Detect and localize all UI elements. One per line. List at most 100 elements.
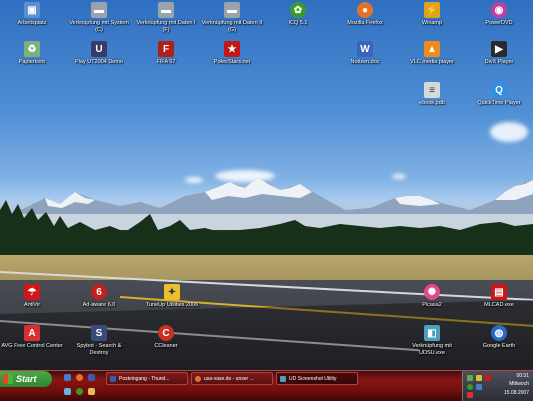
icon-label: Verknüpfung mit Daten I (F) xyxy=(136,20,196,33)
icon-label: ebook.pdb xyxy=(419,100,445,106)
clock-time[interactable]: 00:31 xyxy=(516,373,529,379)
desktop-icon-adaware[interactable]: 6 Ad-aware 6.0 xyxy=(67,284,131,309)
taskbar-button-firefox[interactable]: usa-vase.de - unser ... xyxy=(191,372,273,385)
desktop-icon-arbeitsplatz[interactable]: ▣ Arbeitsplatz xyxy=(0,2,64,27)
icon-label: Verknüpfung mit UDSU.exe xyxy=(412,343,452,356)
icon-label: DivX Player xyxy=(484,59,514,65)
desktop-icon-system-c[interactable]: ▬ Verknüpfung mit System (C) xyxy=(67,2,131,34)
windows-logo-icon xyxy=(3,374,13,384)
google-earth-icon: ◍ xyxy=(491,325,507,341)
icon-label: CCleaner xyxy=(154,343,178,349)
picasa-icon: ✺ xyxy=(424,284,440,300)
tray-antivir-icon[interactable] xyxy=(485,375,491,381)
desktop-icon-ccleaner[interactable]: C CCleaner xyxy=(134,325,198,350)
pokerstars-icon: ★ xyxy=(224,41,240,57)
desktop-icon-daten-ii[interactable]: ▬ Verknüpfung mit Daten II (G) xyxy=(200,2,264,34)
desktop-icon-antivir[interactable]: ☂ AntiVir xyxy=(0,284,64,309)
antivir-umbrella-icon: ☂ xyxy=(24,284,40,300)
icon-label: QuickTime Player xyxy=(477,100,521,106)
icon-label: Play UT2004 Demo xyxy=(75,59,123,65)
start-button[interactable]: Start xyxy=(0,371,52,387)
icon-label: Notizen.doc xyxy=(350,59,380,65)
thunderbird-icon xyxy=(110,376,116,382)
clock-date: 15.08.2007 xyxy=(503,390,529,396)
taskbar-button-ud-screenshot[interactable]: UD Screenshot Utility xyxy=(276,372,358,385)
tray-network-icon[interactable] xyxy=(467,375,473,381)
ccleaner-icon: C xyxy=(158,325,174,341)
desktop-icon-google-earth[interactable]: ◍ Google Earth xyxy=(467,325,531,350)
drive-icon: ▬ xyxy=(91,2,107,18)
desktop-icon-udsu[interactable]: ◧ Verknüpfung mit UDSU.exe xyxy=(400,325,464,357)
drive-icon: ▬ xyxy=(158,2,174,18)
quick-launch-thunderbird-icon[interactable] xyxy=(88,374,95,381)
icon-label: Papierkorb xyxy=(18,59,46,65)
desktop-icon-firefox[interactable]: ● Mozilla Firefox xyxy=(333,2,397,27)
icon-label: PokerStars.net xyxy=(213,59,251,65)
quick-launch-folder-icon[interactable] xyxy=(88,388,95,395)
desktop-icon-avg[interactable]: A AVG Free Control Center xyxy=(0,325,64,350)
icon-label: Google Earth xyxy=(482,343,516,349)
desktop[interactable]: ▣ Arbeitsplatz ▬ Verknüpfung mit System … xyxy=(0,0,533,370)
icon-label: PowerDVD xyxy=(485,20,513,26)
icon-label: ICQ 5.1 xyxy=(288,20,308,26)
vlc-cone-icon: ▲ xyxy=(424,41,440,57)
desktop-icon-icq[interactable]: ✿ ICQ 5.1 xyxy=(266,2,330,27)
drive-icon: ▬ xyxy=(224,2,240,18)
tray-volume-icon[interactable] xyxy=(476,375,482,381)
desktop-icon-picasa[interactable]: ✺ Picasa2 xyxy=(400,284,464,309)
desktop-icon-fifa[interactable]: F FIFA 07 xyxy=(134,41,198,66)
firefox-icon: ● xyxy=(357,2,373,18)
icon-label: MLCAD.exe xyxy=(484,302,514,308)
icon-label: Verknüpfung mit System (C) xyxy=(69,20,129,33)
firefox-icon xyxy=(195,376,201,382)
taskbar: Start Posteingang - Thund... usa-vase.de… xyxy=(0,370,533,401)
desktop-icon-winamp[interactable]: ⚡ Winamp xyxy=(400,2,464,27)
desktop-icon-papierkorb[interactable]: ♻ Papierkorb xyxy=(0,41,64,66)
quicktime-icon: Q xyxy=(491,82,507,98)
computer-icon: ▣ xyxy=(24,2,40,18)
icon-label: Winamp xyxy=(421,20,443,26)
udsu-icon: ◧ xyxy=(424,325,440,341)
icon-label: AntiVir xyxy=(23,302,41,308)
tray-monitor-icon[interactable] xyxy=(476,384,482,390)
ut2004-icon: U xyxy=(91,41,107,57)
desktop-icon-tuneup[interactable]: ✦ TuneUp Utilities 2006 xyxy=(140,284,204,309)
icon-label: Arbeitsplatz xyxy=(17,20,47,26)
divx-icon: ▶ xyxy=(491,41,507,57)
taskbar-button-thunderbird[interactable]: Posteingang - Thund... xyxy=(106,372,188,385)
icon-label: TuneUp Utilities 2006 xyxy=(145,302,199,308)
desktop-icon-spybot[interactable]: S Spybot - Search & Destroy xyxy=(67,325,131,357)
icon-label: VLC media player xyxy=(410,59,454,65)
avg-icon: A xyxy=(24,325,40,341)
desktop-icon-pokerstars[interactable]: ★ PokerStars.net xyxy=(200,41,264,66)
desktop-icon-ebook[interactable]: ≡ ebook.pdb xyxy=(400,82,464,107)
icq-flower-icon: ✿ xyxy=(290,2,306,18)
desktop-icon-quicktime[interactable]: Q QuickTime Player xyxy=(467,82,531,107)
clock-day: Mittwoch xyxy=(509,381,529,387)
taskbar-button-label: UD Screenshot Utility xyxy=(289,376,337,382)
desktop-icon-powerdvd[interactable]: ◉ PowerDVD xyxy=(467,2,531,27)
quick-launch-desktop-icon[interactable] xyxy=(64,374,71,381)
cloud xyxy=(490,122,528,142)
icon-label: Spybot - Search & Destroy xyxy=(76,343,122,356)
desktop-icon-mlcad[interactable]: ▤ MLCAD.exe xyxy=(467,284,531,309)
desktop-icon-daten-i[interactable]: ▬ Verknüpfung mit Daten I (F) xyxy=(134,2,198,34)
system-tray: 00:31 Mittwoch 15.08.2007 xyxy=(462,371,533,401)
tray-icq-icon[interactable] xyxy=(467,384,473,390)
icon-label: Mozilla Firefox xyxy=(347,20,383,26)
icon-label: FIFA 07 xyxy=(156,59,176,65)
mlcad-icon: ▤ xyxy=(491,284,507,300)
desktop-icon-notizen[interactable]: W Notizen.doc xyxy=(333,41,397,66)
start-label: Start xyxy=(16,374,37,384)
desktop-icon-vlc[interactable]: ▲ VLC media player xyxy=(400,41,464,66)
tray-avg-icon[interactable] xyxy=(467,392,473,398)
powerdvd-icon: ◉ xyxy=(491,2,507,18)
quick-launch-media-icon[interactable] xyxy=(64,388,71,395)
file-icon: ≡ xyxy=(424,82,440,98)
desktop-icon-divx[interactable]: ▶ DivX Player xyxy=(467,41,531,66)
quick-launch-icq-icon[interactable] xyxy=(76,388,83,395)
icon-label: AVG Free Control Center xyxy=(1,343,63,349)
desktop-icon-ut2004[interactable]: U Play UT2004 Demo xyxy=(67,41,131,66)
quick-launch-firefox-icon[interactable] xyxy=(76,374,83,381)
taskbar-button-label: usa-vase.de - unser ... xyxy=(204,376,254,382)
